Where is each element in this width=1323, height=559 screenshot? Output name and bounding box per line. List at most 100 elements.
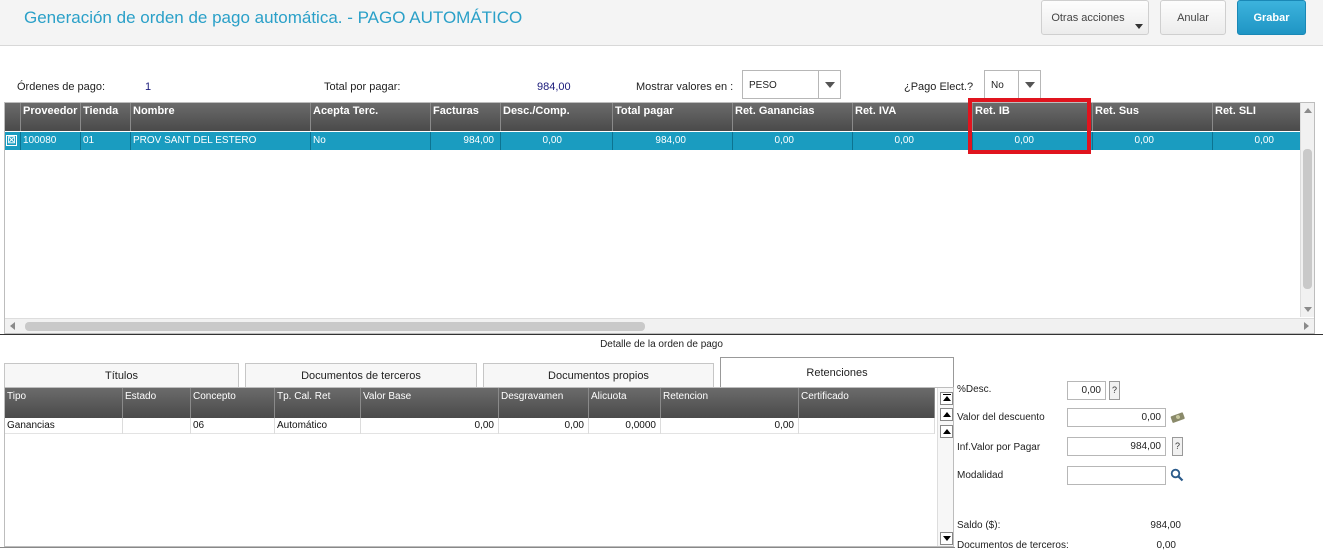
chevron-down-icon (818, 71, 840, 98)
scroll-down-icon[interactable] (1304, 307, 1312, 312)
third-party-docs-value: 0,00 (1156, 540, 1176, 551)
other-actions-label: Otras acciones (1051, 11, 1125, 24)
header-cell[interactable]: Ret. IB (973, 103, 1093, 131)
vertical-scrollbar[interactable] (1300, 103, 1314, 317)
currency-select[interactable]: PESO (742, 70, 841, 99)
total-to-pay-label: Total por pagar: (324, 81, 401, 93)
cell-certificado[interactable] (799, 418, 935, 434)
header-cell[interactable]: Estado (123, 388, 191, 418)
cell-concepto[interactable]: 06 (191, 418, 275, 434)
cell-tipo[interactable]: Ganancias (5, 418, 123, 434)
header-cell[interactable]: Ret. IVA (853, 103, 973, 131)
discount-percent-field[interactable]: 0,00 (1067, 381, 1106, 400)
header-cell[interactable]: Retencion (661, 388, 799, 418)
modality-field[interactable] (1067, 466, 1166, 485)
grid-header: Tipo Estado Concepto Tp. Cal. Ret Valor … (5, 388, 935, 418)
header-cell[interactable]: Tienda (81, 103, 131, 131)
cell-facturas[interactable]: 984,00 (431, 132, 501, 150)
table-row[interactable]: ☒ 100080 01 PROV SANT DEL ESTERO No 984,… (5, 132, 1301, 150)
scroll-up-icon[interactable] (940, 408, 953, 421)
cancel-button[interactable]: Anular (1160, 0, 1226, 35)
header-cell[interactable]: Concepto (191, 388, 275, 418)
cell-retencion[interactable]: 0,00 (661, 418, 799, 434)
cell-tp-cal-ret[interactable]: Automático (275, 418, 361, 434)
cell-nombre[interactable]: PROV SANT DEL ESTERO (131, 132, 311, 150)
cell-desc-comp[interactable]: 0,00 (501, 132, 613, 150)
scroll-up-icon[interactable] (940, 425, 953, 438)
header-cell[interactable]: Tipo (5, 388, 123, 418)
scroll-to-top-icon[interactable] (940, 392, 953, 405)
cell-tienda[interactable]: 01 (81, 132, 131, 150)
tab-documentos-propios[interactable]: Documentos propios (483, 363, 714, 387)
payment-orders-value: 1 (145, 81, 152, 93)
header-cell[interactable]: Facturas (431, 103, 501, 131)
scroll-right-icon[interactable] (1304, 322, 1309, 330)
header-cell[interactable]: Certificado (799, 388, 935, 418)
header-cell[interactable]: Ret. SLI (1213, 103, 1301, 131)
cell-proveedor[interactable]: 100080 (21, 132, 81, 150)
header-cell[interactable]: Nombre (131, 103, 311, 131)
discount-value-field[interactable]: 0,00 (1067, 408, 1166, 427)
retenciones-grid: Tipo Estado Concepto Tp. Cal. Ret Valor … (4, 387, 954, 547)
chevron-down-icon (1135, 24, 1143, 29)
header-cell[interactable]: Ret. Sus (1093, 103, 1213, 131)
tab-retenciones[interactable]: Retenciones (720, 357, 954, 387)
tab-titulos[interactable]: Títulos (4, 363, 239, 387)
balance-label: Saldo ($): (957, 520, 1001, 531)
cell-alicuota[interactable]: 0,0000 (589, 418, 661, 434)
currency-select-value: PESO (749, 80, 777, 91)
cell-estado[interactable] (123, 418, 191, 434)
scroll-up-icon[interactable] (1304, 108, 1312, 113)
scroll-down-icon[interactable] (940, 532, 953, 545)
cell-ret-sus[interactable]: 0,00 (1093, 132, 1213, 150)
app-window: Generación de orden de pago automática. … (0, 0, 1323, 559)
total-to-pay-value: 984,00 (537, 81, 571, 93)
cell-ret-ib[interactable]: 0,00 (973, 132, 1093, 150)
tab-documentos-terceros[interactable]: Documentos de terceros (245, 363, 477, 387)
header-cell[interactable]: Acepta Terc. (311, 103, 431, 131)
cell-ret-sli[interactable]: 0,00 (1213, 132, 1301, 150)
divider (0, 334, 1323, 335)
chevron-down-icon (1018, 71, 1040, 98)
cell-desgravamen[interactable]: 0,00 (499, 418, 589, 434)
horizontal-scrollbar[interactable] (5, 318, 1314, 333)
cell-total-pagar[interactable]: 984,00 (613, 132, 733, 150)
grid-header: Proveedor Tienda Nombre Acepta Terc. Fac… (5, 103, 1301, 131)
money-icon[interactable] (1170, 410, 1186, 424)
other-actions-button[interactable]: Otras acciones (1041, 0, 1149, 35)
header-cell[interactable]: Proveedor (21, 103, 81, 131)
cell-ret-ganancias[interactable]: 0,00 (733, 132, 853, 150)
search-icon[interactable] (1170, 468, 1184, 482)
discount-percent-label: %Desc. (957, 384, 992, 395)
balance-value: 984,00 (1150, 520, 1181, 531)
header-cell[interactable]: Tp. Cal. Ret (275, 388, 361, 418)
table-row[interactable]: Ganancias 06 Automático 0,00 0,00 0,0000… (5, 418, 935, 434)
cell-ret-iva[interactable]: 0,00 (853, 132, 973, 150)
help-button[interactable]: ? (1172, 437, 1183, 456)
vertical-scrollbar[interactable] (937, 388, 953, 546)
header-cell[interactable]: Alicuota (589, 388, 661, 418)
save-button[interactable]: Grabar (1237, 0, 1306, 35)
detail-title: Detalle de la orden de pago (600, 339, 723, 350)
scroll-left-icon[interactable] (10, 322, 15, 330)
header-cell[interactable]: Desc./Comp. (501, 103, 613, 131)
row-checkbox-cell[interactable]: ☒ (5, 132, 21, 150)
payable-value-field[interactable]: 984,00 (1067, 437, 1166, 456)
header-bar: Generación de orden de pago automática. … (0, 0, 1323, 46)
cell-valor-base[interactable]: 0,00 (361, 418, 499, 434)
help-button[interactable]: ? (1109, 381, 1120, 400)
show-values-label: Mostrar valores en : (636, 81, 734, 93)
electronic-payment-label: ¿Pago Elect.? (904, 81, 974, 93)
header-cell[interactable]: Valor Base (361, 388, 499, 418)
electronic-payment-select[interactable]: No (984, 70, 1041, 99)
scroll-thumb[interactable] (1303, 149, 1312, 289)
checkbox-checked-icon[interactable]: ☒ (6, 135, 17, 146)
payment-orders-label: Órdenes de pago: (17, 81, 106, 93)
electronic-payment-value: No (991, 80, 1004, 91)
cell-acepta-terc[interactable]: No (311, 132, 431, 150)
header-cell[interactable]: Total pagar (613, 103, 733, 131)
third-party-docs-label: Documentos de terceros: (957, 540, 1069, 551)
header-cell[interactable]: Desgravamen (499, 388, 589, 418)
scroll-thumb[interactable] (25, 322, 645, 331)
header-cell[interactable]: Ret. Ganancias (733, 103, 853, 131)
